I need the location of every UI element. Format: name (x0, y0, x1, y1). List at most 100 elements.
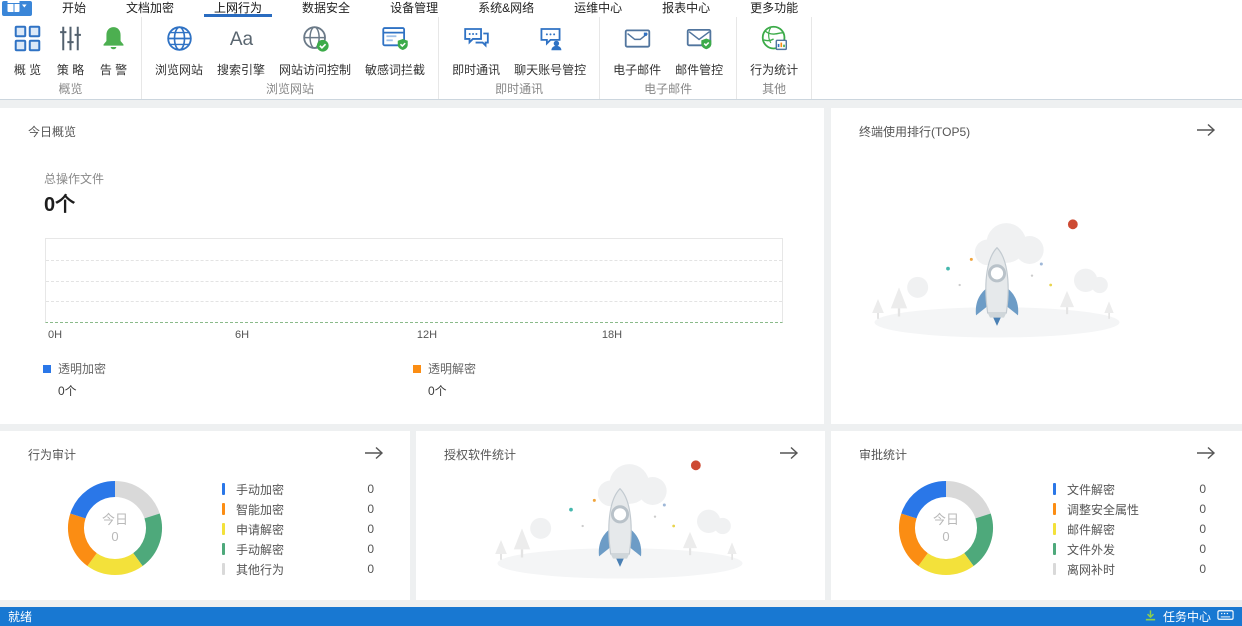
legend-label: 其他行为 (236, 562, 285, 577)
legend-value: 0 (1199, 522, 1206, 536)
device-icon[interactable] (1217, 609, 1234, 624)
ribbon-button-2-0[interactable]: 即时通讯 (445, 17, 507, 78)
ribbon-button-label: 电子邮件 (613, 63, 662, 77)
donut-legend: 手动加密 0 智能加密 0 申请解密 0 手动解密 0 其他行为 0 (222, 479, 374, 579)
ribbon-button-1-0[interactable]: 浏览网站 (148, 17, 210, 78)
menu-tab-0[interactable]: 开始 (52, 0, 96, 17)
ribbon-group-4: 行为统计 其他 (737, 17, 813, 99)
menu-tab-4[interactable]: 设备管理 (380, 0, 448, 17)
menu-tab-2[interactable]: 上网行为 (204, 0, 273, 17)
legend-value: 0 (367, 562, 374, 576)
legend-value: 0 (367, 482, 374, 496)
menu-tab-5[interactable]: 系统&网络 (468, 0, 544, 17)
globe-check-icon (301, 24, 330, 58)
card-title: 终端使用排行(TOP5) (859, 125, 971, 139)
bell-icon (99, 24, 128, 58)
search-font-icon: Aa (227, 24, 256, 58)
empty-state-illustration (480, 449, 760, 594)
legend-value: 0 (1199, 542, 1206, 556)
legend-label: 离网补时 (1067, 562, 1116, 577)
card-title: 今日概览 (28, 125, 77, 139)
ribbon-button-1-2[interactable]: 网站访问控制 (272, 17, 358, 78)
open-detail-arrow-icon[interactable] (1196, 123, 1216, 142)
donut-legend-item: 其他行为 0 (222, 559, 374, 579)
legend-label: 申请解密 (236, 522, 285, 537)
open-detail-arrow-icon[interactable] (779, 446, 799, 465)
legend-value: 0 (367, 522, 374, 536)
ribbon-button-label: 告 警 (99, 63, 128, 77)
legend-color-marker (43, 364, 51, 373)
axis-tick: 12H (416, 329, 438, 341)
ribbon-button-label: 行为统计 (750, 63, 799, 77)
legend-value: 0 (1199, 482, 1206, 496)
open-detail-arrow-icon[interactable] (364, 446, 384, 465)
ribbon-button-1-3[interactable]: 敏感词拦截 (358, 17, 432, 78)
ribbon-button-3-1[interactable]: 邮件管控 (668, 17, 730, 78)
donut-legend-item: 申请解密 0 (222, 519, 374, 539)
ribbon-button-4-0[interactable]: 行为统计 (743, 17, 805, 78)
hourly-trend-chart (45, 238, 783, 323)
globe-icon (165, 24, 194, 58)
legend-label: 手动解密 (236, 542, 285, 557)
card-approval-stats: 审批统计 今日 0 文件解密 0 调整安全属性 0 邮件解密 0 文件外发 0 离网补时 0 (831, 431, 1242, 600)
legend-value: 0个 (58, 384, 77, 398)
donut-chart (899, 481, 993, 575)
ribbon-group-2: 即时通讯 聊天账号管控 即时通讯 (439, 17, 601, 99)
axis-tick: 6H (234, 329, 250, 341)
legend-value: 0 (1199, 502, 1206, 516)
legend-color-marker (222, 563, 225, 575)
legend-value: 0 (1199, 562, 1206, 576)
menu-tab-8[interactable]: 更多功能 (740, 0, 808, 17)
sliders-icon (56, 24, 85, 58)
ribbon-button-label: 搜索引擎 (217, 63, 266, 77)
ribbon-button-0-0[interactable]: 概 览 (6, 17, 49, 78)
legend-color-marker (1053, 543, 1056, 555)
chart-legend-item: 透明解密 0个 (413, 360, 476, 399)
donut-legend-item: 调整安全属性 0 (1053, 499, 1206, 519)
donut-legend-item: 邮件解密 0 (1053, 519, 1206, 539)
legend-color-marker (1053, 563, 1056, 575)
ribbon-group-3: 电子邮件 邮件管控 电子邮件 (600, 17, 738, 99)
legend-label: 手动加密 (236, 482, 285, 497)
menu-tab-6[interactable]: 运维中心 (564, 0, 632, 17)
legend-color-marker (1053, 523, 1056, 535)
legend-value: 0 (367, 542, 374, 556)
ribbon-group-0: 概 览策 略告 警概览 (0, 17, 142, 99)
chart-legend-item: 透明加密 0个 (43, 360, 106, 399)
hourly-chart-axis: 0H 6H 12H 18H (45, 329, 783, 343)
ribbon-button-1-1[interactable]: Aa 搜索引擎 (210, 17, 272, 78)
stat-label: 总操作文件 (44, 172, 105, 186)
chevron-down-icon (22, 4, 27, 8)
donut-legend-item: 文件解密 0 (1053, 479, 1206, 499)
menu-tab-3[interactable]: 数据安全 (292, 0, 360, 17)
menu-tab-7[interactable]: 报表中心 (652, 0, 720, 17)
window-grid-icon (6, 0, 28, 18)
svg-text:Aa: Aa (229, 29, 253, 50)
donut-legend: 文件解密 0 调整安全属性 0 邮件解密 0 文件外发 0 离网补时 0 (1053, 479, 1206, 579)
task-center-button[interactable]: 任务中心 (1163, 608, 1211, 625)
card-title: 行为审计 (28, 448, 77, 462)
legend-label: 文件外发 (1067, 542, 1116, 557)
ribbon-button-label: 即时通讯 (452, 63, 501, 77)
ribbon-button-3-0[interactable]: 电子邮件 (606, 17, 668, 78)
ribbon-button-2-1[interactable]: 聊天账号管控 (507, 17, 593, 78)
legend-color-marker (222, 503, 225, 515)
donut-chart (68, 481, 162, 575)
card-title: 审批统计 (859, 448, 908, 462)
ribbon-button-0-1[interactable]: 策 略 (49, 17, 92, 78)
menu-tab-1[interactable]: 文档加密 (116, 0, 184, 17)
legend-label: 文件解密 (1067, 482, 1116, 497)
legend-label: 调整安全属性 (1067, 502, 1140, 517)
page-shield-icon (381, 24, 410, 58)
legend-color-marker (222, 483, 225, 495)
mail-icon (623, 24, 652, 58)
chat-user-icon (536, 24, 565, 58)
statusbar: 就绪 任务中心 (0, 607, 1242, 626)
ribbon-button-label: 敏感词拦截 (365, 63, 426, 77)
open-detail-arrow-icon[interactable] (1196, 446, 1216, 465)
app-menu-button[interactable] (2, 0, 32, 18)
menu-tabs: 开始 文档加密 上网行为 数据安全 设备管理 系统&网络 运维中心 报表中心 更多功能 (52, 0, 828, 17)
download-icon[interactable] (1144, 609, 1157, 625)
ribbon-button-0-2[interactable]: 告 警 (92, 17, 135, 78)
status-text: 就绪 (8, 610, 33, 624)
